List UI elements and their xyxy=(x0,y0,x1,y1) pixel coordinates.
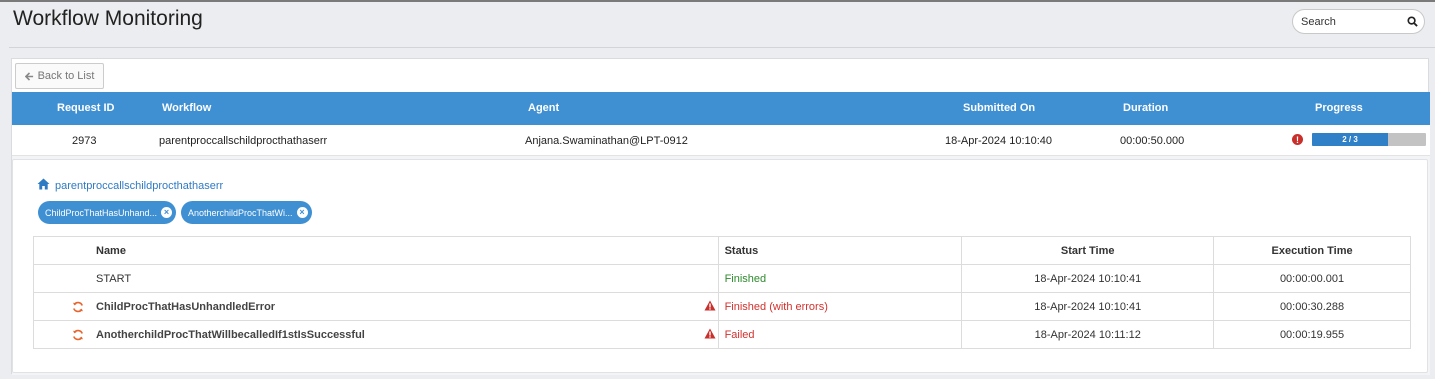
step-name-cell: ChildProcThatHasUnhandledError xyxy=(33,292,719,321)
breadcrumb[interactable]: parentproccallschildprocthathaserr xyxy=(37,178,223,193)
col-request-id[interactable]: Request ID xyxy=(57,102,114,114)
pill-label: ChildProcThatHasUnhand... xyxy=(45,207,158,218)
col-execution-time: Execution Time xyxy=(1213,236,1411,265)
error-icon: ! xyxy=(1292,134,1303,145)
back-to-list-button[interactable]: Back to List xyxy=(15,63,104,89)
steps-table: Name Status Start Time Execution Time ST… xyxy=(33,236,1411,349)
step-name-cell: AnotherchildProcThatWillbecalledIf1stIsS… xyxy=(33,320,719,349)
home-icon xyxy=(37,178,50,193)
breadcrumb-label[interactable]: parentproccallschildprocthathaserr xyxy=(55,180,223,192)
warning-icon xyxy=(704,328,716,342)
subprocess-pill[interactable]: ChildProcThatHasUnhand... × xyxy=(38,201,177,224)
col-workflow[interactable]: Workflow xyxy=(162,102,211,114)
refresh-icon[interactable] xyxy=(72,329,84,344)
table-row[interactable]: 2973 parentproccallschildprocthathaserr … xyxy=(12,125,1430,156)
page-title: Workflow Monitoring xyxy=(13,7,203,30)
col-duration[interactable]: Duration xyxy=(1123,102,1168,114)
col-start-time: Start Time xyxy=(961,236,1215,265)
col-name: Name xyxy=(33,236,719,265)
step-execution-time: 00:00:19.955 xyxy=(1213,320,1411,349)
workflow-panel: Back to List Request ID Workflow Agent S… xyxy=(11,58,1430,375)
refresh-icon[interactable] xyxy=(72,301,84,316)
table-row[interactable]: ChildProcThatHasUnhandledError Finished … xyxy=(33,292,1411,321)
arrow-left-icon xyxy=(24,71,34,81)
col-progress[interactable]: Progress xyxy=(1315,102,1363,114)
step-status: Failed xyxy=(717,320,963,349)
step-execution-time: 00:00:00.001 xyxy=(1213,264,1411,293)
agent-name: Anjana.Swaminathan@LPT-0912 xyxy=(525,135,688,147)
step-name-cell: START xyxy=(33,264,719,293)
close-icon[interactable]: × xyxy=(161,207,173,218)
subprocess-pill[interactable]: AnotherchildProcThatWi... × xyxy=(181,201,312,224)
col-agent[interactable]: Agent xyxy=(528,102,559,114)
step-name: ChildProcThatHasUnhandledError xyxy=(96,300,276,313)
progress-fill: 2 / 3 xyxy=(1312,133,1389,146)
step-start-time: 18-Apr-2024 10:10:41 xyxy=(961,264,1215,293)
submitted-on: 18-Apr-2024 10:10:40 xyxy=(945,135,1053,147)
grid-header: Request ID Workflow Agent Submitted On D… xyxy=(12,92,1430,125)
progress-bar: 2 / 3 xyxy=(1312,133,1426,146)
step-status: Finished (with errors) xyxy=(717,292,963,321)
back-to-list-label: Back to List xyxy=(37,70,95,82)
warning-icon xyxy=(704,300,716,314)
detail-area: parentproccallschildprocthathaserr Child… xyxy=(12,156,1430,375)
table-row[interactable]: START Finished 18-Apr-2024 10:10:41 00:0… xyxy=(33,264,1411,293)
step-status: Finished xyxy=(717,264,963,293)
table-row[interactable]: AnotherchildProcThatWillbecalledIf1stIsS… xyxy=(33,320,1411,349)
step-start-time: 18-Apr-2024 10:11:12 xyxy=(961,320,1215,349)
request-id: 2973 xyxy=(72,135,97,147)
close-icon[interactable]: × xyxy=(296,207,308,218)
duration: 00:00:50.000 xyxy=(1120,135,1185,147)
step-name: AnotherchildProcThatWillbecalledIf1stIsS… xyxy=(96,328,365,341)
pill-label: AnotherchildProcThatWi... xyxy=(188,207,293,218)
col-submitted-on[interactable]: Submitted On xyxy=(963,102,1035,114)
step-name: START xyxy=(96,272,132,285)
search-input[interactable] xyxy=(1301,15,1401,28)
step-execution-time: 00:00:30.288 xyxy=(1213,292,1411,321)
workflow-name: parentproccallschildprocthathaserr xyxy=(159,135,328,147)
header-divider xyxy=(9,47,1435,48)
detail-panel: parentproccallschildprocthathaserr Child… xyxy=(12,159,1428,373)
search-box[interactable] xyxy=(1292,9,1425,34)
search-icon[interactable] xyxy=(1406,16,1418,28)
step-start-time: 18-Apr-2024 10:10:41 xyxy=(961,292,1215,321)
col-status: Status xyxy=(717,236,963,265)
